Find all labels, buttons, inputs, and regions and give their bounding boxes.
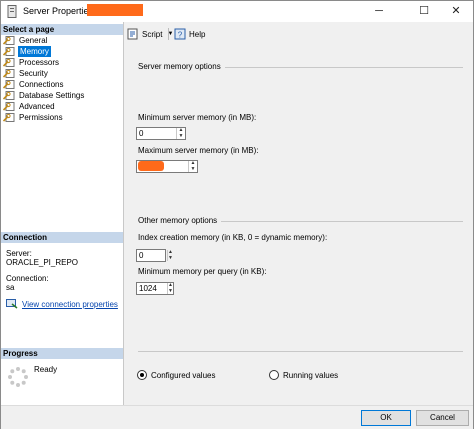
page-item-permissions[interactable]: Permissions	[3, 112, 64, 123]
left-pane: Select a page General Memory Processors Sec…	[1, 22, 124, 405]
view-options-divider	[138, 351, 463, 352]
wrench-page-icon	[3, 80, 15, 89]
view-connection-properties-label: View connection properties	[22, 299, 118, 309]
page-item-connections[interactable]: Connections	[3, 79, 64, 90]
svg-text:?: ?	[178, 31, 183, 40]
configured-values-label: Configured values	[151, 370, 216, 380]
server-icon	[7, 5, 17, 18]
min-memory-spinner[interactable]: ▲ ▼	[136, 127, 186, 140]
wrench-page-icon	[3, 102, 15, 111]
page-item-security[interactable]: Security	[3, 68, 49, 79]
page-item-label: Database Settings	[19, 91, 85, 100]
min-query-memory-input[interactable]	[137, 283, 167, 294]
index-memory-spinner[interactable]: ▲ ▼	[136, 249, 173, 262]
page-item-advanced[interactable]: Advanced	[3, 101, 56, 112]
select-page-header: Select a page	[1, 24, 123, 35]
progress-status: Ready	[34, 365, 58, 374]
cancel-button[interactable]: Cancel	[416, 410, 469, 426]
index-memory-label: Index creation memory (in KB, 0 = dynami…	[138, 233, 328, 242]
page-item-label: General	[19, 36, 48, 45]
running-values-radio-dot[interactable]	[269, 370, 279, 380]
other-memory-group-title: Other memory options	[138, 216, 222, 225]
wrench-page-icon	[3, 47, 15, 56]
max-memory-label: Maximum server memory (in MB):	[138, 146, 259, 155]
progress-header: Progress	[1, 348, 123, 359]
min-query-memory-label: Minimum memory per query (in KB):	[138, 267, 267, 276]
min-query-memory-spinner[interactable]: ▲ ▼	[136, 282, 174, 295]
close-button[interactable]: ✕	[439, 1, 473, 22]
spin-down-icon[interactable]: ▼	[168, 255, 173, 262]
wrench-page-icon	[3, 91, 15, 100]
index-memory-arrows[interactable]: ▲ ▼	[167, 250, 173, 261]
toolbar: Script ▼ ? Help	[125, 24, 473, 44]
redacted-server-name	[87, 4, 143, 16]
page-item-database-settings[interactable]: Database Settings	[3, 90, 85, 101]
page-item-general[interactable]: General	[3, 35, 48, 46]
page-item-memory[interactable]: Memory	[3, 46, 51, 57]
script-icon	[127, 28, 138, 40]
view-connection-properties-link[interactable]: View connection properties	[6, 299, 118, 309]
spin-down-icon[interactable]: ▼	[177, 133, 185, 140]
wrench-page-icon	[3, 36, 15, 45]
page-item-label: Advanced	[19, 102, 55, 111]
configured-values-radio-dot[interactable]	[137, 370, 147, 380]
configured-values-radio[interactable]: Configured values	[137, 370, 215, 380]
page-item-label: Security	[19, 69, 48, 78]
connection-properties-icon	[6, 299, 18, 309]
ok-button[interactable]: OK	[361, 410, 411, 426]
wrench-page-icon	[3, 58, 15, 67]
min-memory-label: Minimum server memory (in MB):	[138, 113, 257, 122]
toolbar-separator	[168, 28, 169, 40]
page-item-label: Connections	[19, 80, 64, 89]
min-memory-input[interactable]	[137, 128, 176, 139]
min-query-memory-arrows[interactable]: ▲ ▼	[167, 283, 173, 294]
wrench-page-icon	[3, 69, 15, 78]
min-memory-arrows[interactable]: ▲ ▼	[176, 128, 185, 139]
connection-header: Connection	[1, 232, 123, 243]
index-memory-input[interactable]	[137, 250, 167, 261]
spin-down-icon[interactable]: ▼	[168, 288, 173, 295]
wrench-page-icon	[3, 113, 15, 122]
maximize-button[interactable]: ☐	[407, 1, 441, 22]
max-memory-arrows[interactable]: ▲ ▼	[188, 161, 197, 172]
server-value: ORACLE_PI_REPO	[6, 258, 79, 267]
help-button[interactable]: ? Help	[174, 27, 205, 41]
minimize-button[interactable]: ─	[362, 1, 396, 22]
title-bar[interactable]: Server Properties - ─ ☐ ✕	[1, 1, 473, 22]
page-item-label: Processors	[19, 58, 60, 67]
redacted-max-memory-value	[138, 161, 164, 171]
connection-value: sa	[6, 283, 15, 292]
help-label: Help	[189, 29, 206, 39]
help-icon: ?	[174, 28, 186, 40]
page-item-processors[interactable]: Processors	[3, 57, 60, 68]
running-values-label: Running values	[283, 370, 339, 380]
spin-down-icon[interactable]: ▼	[189, 166, 197, 173]
progress-spinner-icon	[8, 367, 28, 387]
page-item-label: Memory	[18, 46, 51, 57]
server-properties-window: Server Properties - ─ ☐ ✕ Select a page …	[0, 0, 474, 429]
page-item-label: Permissions	[19, 113, 63, 122]
script-button[interactable]: Script ▼	[127, 27, 173, 41]
server-memory-group-title: Server memory options	[138, 62, 225, 71]
running-values-radio[interactable]: Running values	[269, 370, 338, 380]
script-label: Script	[142, 29, 163, 39]
